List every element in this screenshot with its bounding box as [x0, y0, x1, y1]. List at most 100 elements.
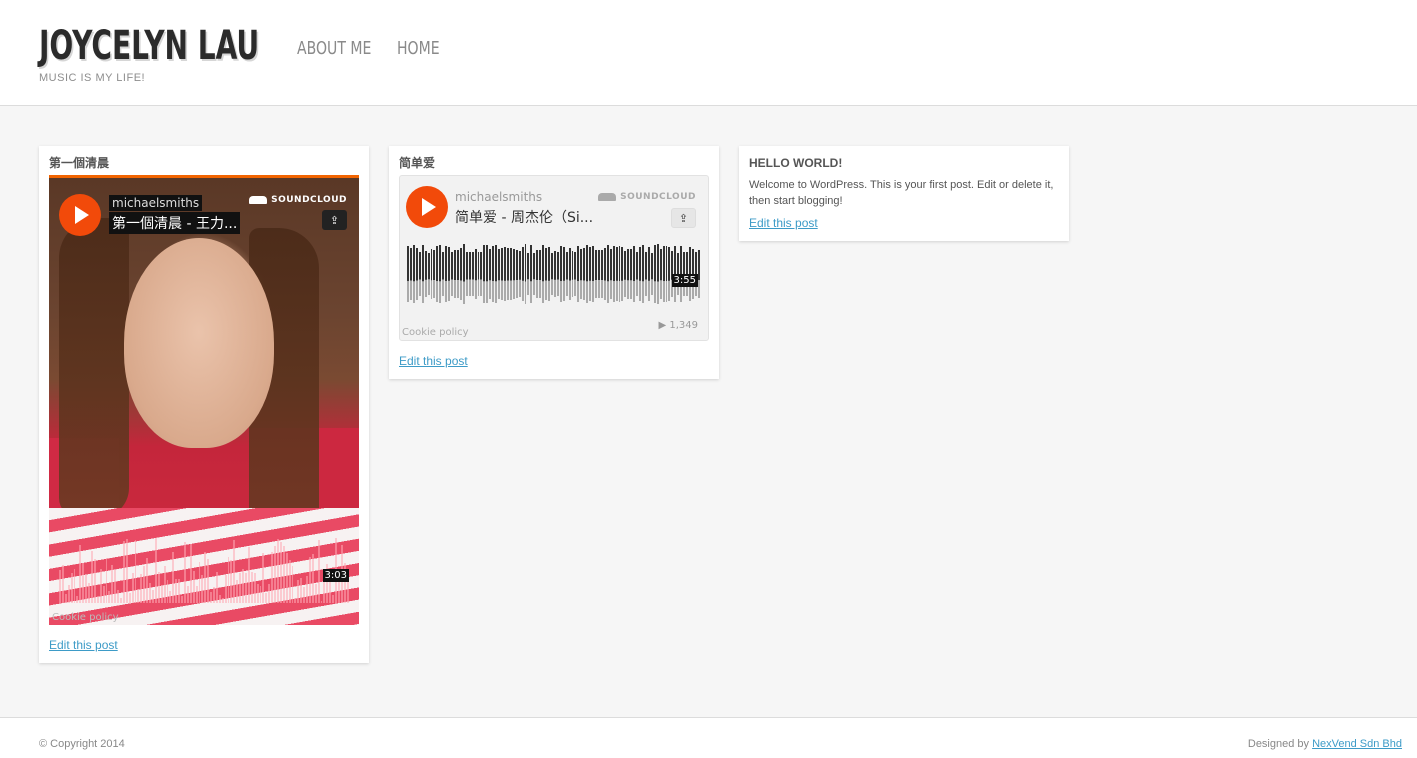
- waveform-bar: [503, 247, 506, 301]
- waveform-bar: [291, 565, 294, 603]
- site-title[interactable]: JOYCELYN LAU: [39, 22, 259, 70]
- waveform-bar: [647, 246, 650, 302]
- waveform-bar: [445, 246, 448, 302]
- designer-link[interactable]: NexVend Sdn Bhd: [1312, 738, 1402, 750]
- post-title[interactable]: 简单爱: [399, 156, 709, 170]
- soundcloud-logo[interactable]: SOUNDCLOUD: [249, 195, 347, 205]
- waveform-bar: [612, 245, 615, 303]
- waveform-bar: [221, 597, 224, 603]
- waveform-bar: [565, 252, 568, 296]
- track-title[interactable]: 简单爱 - 周杰伦（Si...: [455, 207, 593, 227]
- waveform-bar: [64, 593, 67, 603]
- waveform-bar: [533, 252, 536, 296]
- edit-post-link[interactable]: Edit this post: [49, 638, 118, 652]
- waveform-bar: [102, 585, 105, 603]
- waveform-bar: [300, 578, 303, 603]
- waveform-bar: [515, 250, 518, 298]
- edit-post-link[interactable]: Edit this post: [399, 354, 468, 368]
- site-footer: © Copyright 2014 Designed by NexVend Sdn…: [0, 717, 1417, 758]
- waveform-bar: [580, 249, 583, 299]
- photo-background: [124, 238, 274, 448]
- waveform-bar: [192, 570, 195, 603]
- waveform-bar: [600, 250, 603, 298]
- waveform-bar: [166, 579, 169, 603]
- waveform-bar: [509, 248, 512, 300]
- play-icon[interactable]: [406, 186, 448, 228]
- waveform-bar: [609, 248, 612, 300]
- waveform-bar: [239, 572, 242, 603]
- waveform-bar: [451, 252, 453, 296]
- waveform-bar: [297, 580, 300, 603]
- post-title[interactable]: 第一個清晨: [49, 156, 359, 170]
- cookie-policy-link[interactable]: Cookie policy: [402, 327, 469, 338]
- waveform-bar: [512, 249, 515, 299]
- waveform-bar: [67, 585, 70, 603]
- play-icon[interactable]: [59, 194, 101, 236]
- waveform-bar: [621, 246, 624, 302]
- waveform-bar: [204, 552, 207, 603]
- waveform-bar: [189, 544, 192, 603]
- play-count: ▶ 1,349: [658, 320, 699, 331]
- waveform-bar: [427, 252, 430, 296]
- soundcloud-player: michaelsmiths 简单爱 - 周杰伦（Si... SOUNDCLOUD…: [399, 175, 709, 341]
- waveform-bar: [436, 245, 439, 303]
- track-user[interactable]: michaelsmiths: [455, 190, 542, 204]
- track-user[interactable]: michaelsmiths: [109, 195, 203, 211]
- waveform-bar: [501, 248, 503, 300]
- soundcloud-logo-icon: [249, 195, 268, 204]
- nav-item-about-me[interactable]: ABOUT ME: [297, 38, 371, 59]
- waveform-bar: [152, 590, 154, 603]
- edit-post-link[interactable]: Edit this post: [749, 216, 818, 230]
- waveform-bar: [462, 244, 465, 304]
- waveform-bar: [79, 544, 82, 603]
- waveform-bar: [409, 247, 412, 301]
- waveform-bar: [471, 252, 474, 296]
- waveform-bar: [207, 559, 210, 603]
- post-card: HELLO WORLD! Welcome to WordPress. This …: [739, 146, 1069, 241]
- waveform-bar: [88, 582, 90, 603]
- waveform-bar: [415, 248, 418, 300]
- waveform-bar: [76, 595, 79, 603]
- share-button[interactable]: ⇪: [322, 210, 347, 230]
- soundcloud-logo[interactable]: SOUNDCLOUD: [598, 192, 696, 202]
- waveform-bar: [117, 589, 120, 603]
- waveform-bar: [230, 559, 233, 603]
- waveform-bar: [96, 596, 99, 603]
- waveform-bar: [274, 546, 276, 603]
- waveform-bar: [140, 574, 143, 603]
- waveform-bar: [618, 246, 621, 302]
- waveform-bar: [545, 247, 547, 301]
- waveform-bar: [73, 568, 76, 603]
- waveform-bar: [586, 244, 589, 304]
- waveform-bar: [627, 248, 630, 300]
- waveform-bar: [154, 537, 157, 603]
- track-title[interactable]: 第一個清晨 - 王力...: [109, 212, 241, 234]
- waveform-bar: [468, 251, 471, 297]
- cookie-policy-link[interactable]: Cookie policy: [52, 612, 119, 623]
- waveform-bar: [82, 563, 85, 603]
- site-header: JOYCELYN LAU MUSIC IS MY LIFE! ABOUT ME …: [0, 0, 1417, 106]
- waveform-bar: [665, 245, 668, 303]
- waveform-bar: [311, 553, 314, 603]
- waveform-bar: [454, 250, 456, 298]
- nav-item-home[interactable]: HOME: [397, 38, 444, 59]
- main-nav: ABOUT ME HOME: [297, 38, 497, 59]
- waveform-bar: [163, 566, 166, 603]
- waveform-bar: [134, 539, 137, 603]
- waveform-bar: [308, 557, 311, 603]
- waveform-bar: [259, 585, 262, 603]
- waveform[interactable]: [59, 533, 349, 603]
- waveform-bar: [178, 578, 181, 603]
- waveform-bar: [430, 249, 433, 299]
- waveform-bar: [568, 248, 571, 300]
- post-body: Welcome to WordPress. This is your first…: [749, 179, 1054, 207]
- post-title[interactable]: HELLO WORLD!: [749, 156, 1059, 170]
- soundcloud-logo-icon: [598, 192, 617, 201]
- waveform-bar: [642, 244, 644, 304]
- waveform-bar: [271, 551, 274, 603]
- waveform[interactable]: [407, 244, 700, 304]
- waveform-bar: [424, 250, 427, 298]
- share-button[interactable]: ⇪: [671, 208, 696, 228]
- waveform-bar: [571, 250, 574, 298]
- waveform-bar: [317, 539, 320, 603]
